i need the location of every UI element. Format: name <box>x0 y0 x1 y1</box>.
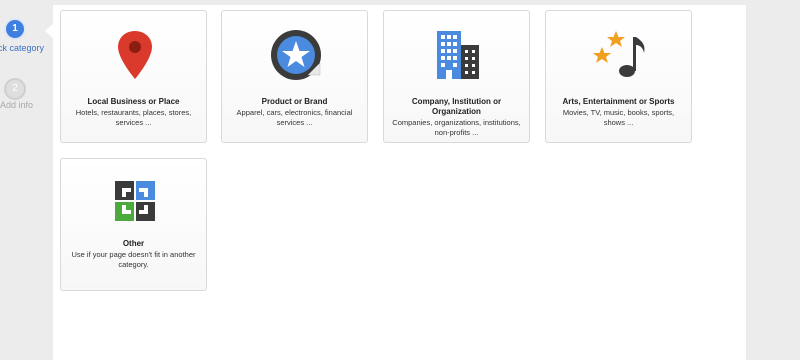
card-title: Arts, Entertainment or Sports <box>562 97 675 106</box>
puzzle-arrows-icon <box>61 171 208 231</box>
card-title: Other <box>122 239 145 248</box>
card-description: Movies, TV, music, books, sports, shows … <box>562 108 675 127</box>
category-panel: Local Business or Place Hotels, restaura… <box>53 5 746 360</box>
category-card-company[interactable]: Company, Institution or Organization Com… <box>383 10 530 143</box>
card-title: Product or Brand <box>261 97 328 106</box>
step-label: Add info <box>0 100 34 110</box>
map-pin-icon <box>61 25 208 85</box>
step-number-badge: 1 <box>4 18 26 40</box>
star-sticker-icon <box>222 25 369 85</box>
category-card-arts-entertainment[interactable]: Arts, Entertainment or Sports Movies, TV… <box>545 10 692 143</box>
card-title: Local Business or Place <box>87 97 180 106</box>
step-label: ck category <box>0 43 45 53</box>
music-stars-icon <box>546 25 693 85</box>
category-card-local-business[interactable]: Local Business or Place Hotels, restaura… <box>60 10 207 143</box>
card-description: Hotels, restaurants, places, stores, ser… <box>75 108 192 127</box>
category-card-product-brand[interactable]: Product or Brand Apparel, cars, electron… <box>221 10 368 143</box>
step-number-badge: 2 <box>4 78 26 100</box>
buildings-icon <box>384 25 531 85</box>
card-title: Company, Institution or Organization <box>411 97 502 116</box>
card-description: Apparel, cars, electronics, financial se… <box>236 108 353 127</box>
category-card-other[interactable]: Other Use if your page doesn't fit in an… <box>60 158 207 291</box>
active-step-pointer <box>45 24 53 38</box>
step-navigation: 1 ck category 2 Add info <box>0 0 54 360</box>
card-description: Companies, organizations, institutions, … <box>392 118 521 137</box>
card-description: Use if your page doesn't fit in another … <box>71 250 196 269</box>
